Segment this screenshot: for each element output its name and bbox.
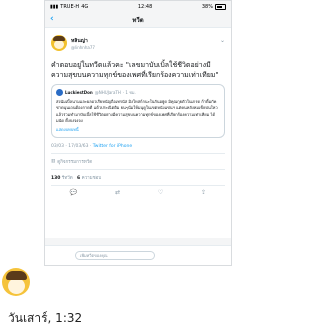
nav-bar: ‹ ทวีต — [45, 13, 231, 28]
sender-avatar[interactable] — [2, 268, 30, 296]
message-timestamp: วันเสาร์, 1:32 — [8, 311, 83, 325]
network-label: 4G — [81, 4, 89, 10]
tweet-meta: 03/03 · 17/03/63 · Twitter for iPhone — [51, 144, 133, 150]
avatar[interactable] — [51, 35, 67, 51]
nav-title: ทวีต — [132, 17, 144, 24]
quoted-author-name: LuckiestDon — [65, 90, 93, 95]
tweet-screenshot: ▮▮▮ TRUE-H 4G 12:48 38% ‹ ทวีต หลินญ่า @… — [44, 0, 232, 266]
tweet-actions: 💬 ⇄ ♡ ⇪ — [51, 186, 225, 198]
author-handle: @linhnha77 — [71, 44, 95, 50]
like-count[interactable]: 6 — [77, 176, 80, 181]
quoted-author-handle: @NHUJaraTH — [94, 90, 121, 95]
quoted-age: · 1 ชม. — [122, 90, 136, 95]
like-icon[interactable]: ♡ — [158, 189, 163, 196]
retweet-label: รีทวีต — [61, 176, 73, 182]
quoted-text: ส่งนัมเบิ้ลนามและผลอวเรียหนัญถือเทรนัส ม… — [56, 99, 218, 123]
tweet-activity-link[interactable]: ▥ ดูกิจกรรมการทวีต — [51, 153, 225, 171]
quoted-avatar — [56, 89, 63, 96]
status-bar: ▮▮▮ TRUE-H 4G 12:48 38% — [45, 1, 231, 13]
tweet-author[interactable]: หลินญ่า @linhnha77 — [51, 32, 225, 54]
retweet-icon[interactable]: ⇄ — [115, 189, 120, 196]
tweet-stats: 130 รีทวีต 6 ความชอบ — [51, 170, 225, 187]
chart-icon: ▥ — [51, 159, 56, 165]
reply-icon[interactable]: 💬 — [70, 189, 77, 196]
reply-bar: เพิ่มทวีตของคุณ — [45, 245, 231, 265]
carrier-label: TRUE-H — [60, 4, 80, 10]
activity-label: ดูกิจกรรมการทวีต — [57, 160, 93, 166]
reply-input[interactable]: เพิ่มทวีตของคุณ — [75, 251, 155, 260]
signal-icon: ▮▮▮ — [50, 4, 59, 10]
author-name[interactable]: หลินญ่า — [71, 37, 95, 45]
show-thread-link[interactable]: แสดงบทบทนี้ — [56, 126, 220, 133]
retweet-count[interactable]: 130 — [51, 176, 60, 181]
clock: 12:48 — [137, 4, 153, 10]
like-label: ความชอบ — [81, 176, 102, 182]
tweet-time: 03/03 · 17/03/63 — [51, 144, 89, 150]
tweet-card: หลินญ่า @linhnha77 ⌄ คำตอบอยู่ในทวีตแล้ว… — [45, 28, 231, 238]
chevron-down-icon[interactable]: ⌄ — [220, 37, 225, 44]
battery-percent: 38% — [201, 4, 213, 10]
quoted-tweet[interactable]: LuckiestDon @NHUJaraTH · 1 ชม. ส่งนัมเบิ… — [51, 84, 225, 139]
battery-icon — [214, 4, 226, 10]
back-icon[interactable]: ‹ — [50, 14, 54, 24]
share-icon[interactable]: ⇪ — [201, 189, 206, 196]
tweet-text: คำตอบอยู่ในทวีตแล้วคะ "เลขมาบับเบิ้ลใช้ช… — [51, 61, 219, 79]
tweet-source[interactable]: Twitter for iPhone — [93, 144, 132, 149]
